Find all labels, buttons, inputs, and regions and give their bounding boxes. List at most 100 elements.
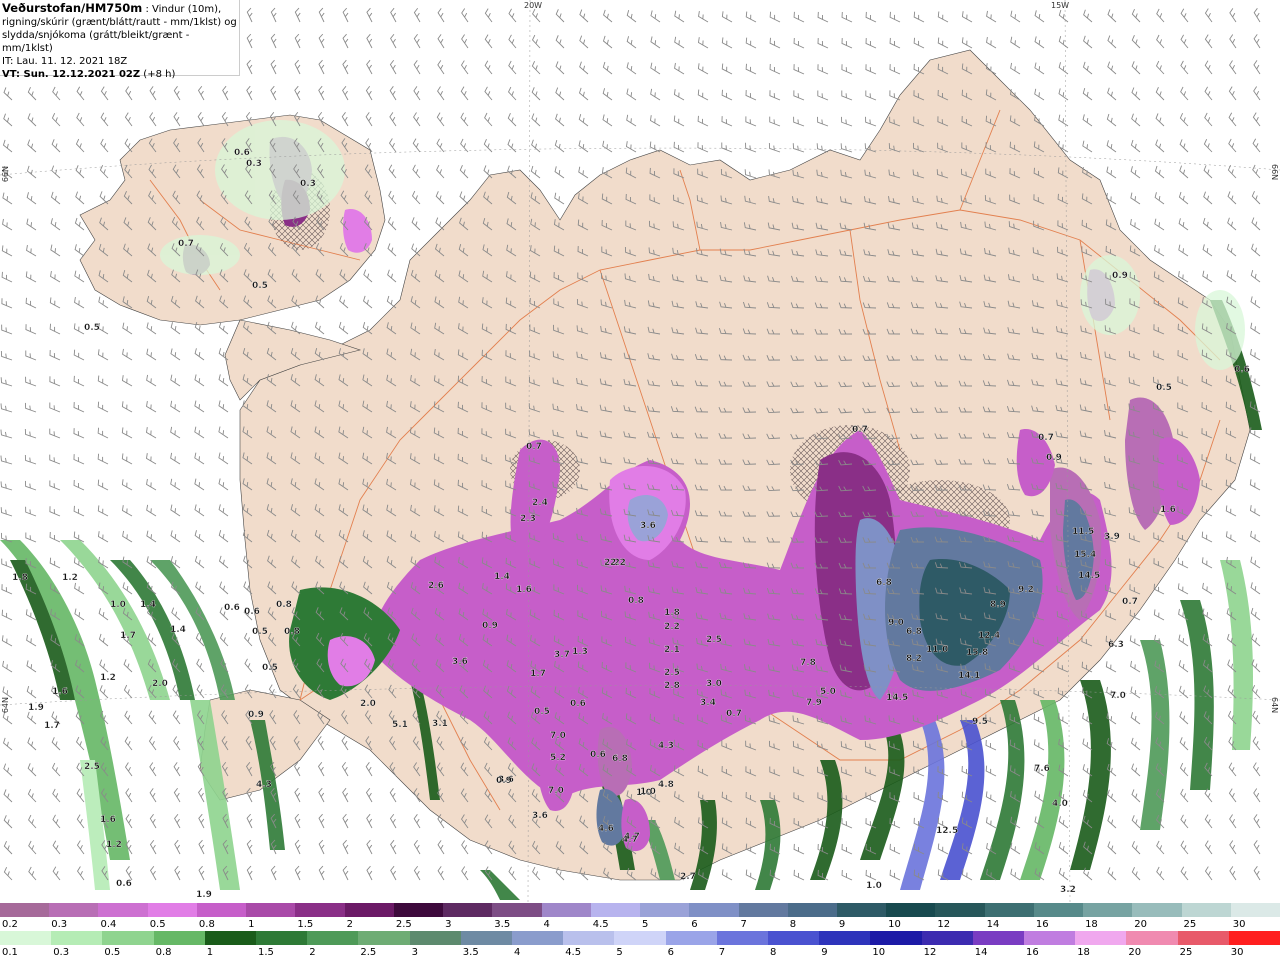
precip-value-label: 4.7	[622, 835, 638, 845]
valid-time: VT: Sun. 12.12.2021 02Z	[2, 69, 141, 80]
legend-swatch	[768, 931, 820, 945]
legend-swatch	[147, 903, 197, 917]
precip-value-label: 3.6	[532, 811, 548, 821]
precip-value-label: 6.3	[1108, 640, 1124, 650]
precip-value-label: 0.5	[252, 627, 268, 637]
precip-value-label: 0.5	[252, 281, 268, 291]
precip-value-label: 3.2	[1060, 885, 1076, 895]
precip-value-label: 1.2	[100, 673, 116, 683]
precip-value-label: 4.8	[658, 780, 674, 790]
precip-value-label: 0.9	[496, 776, 512, 786]
precip-value-label: 6.8	[876, 578, 892, 588]
legend-label: 20	[1128, 947, 1142, 958]
legend-label: 0.4	[100, 919, 117, 930]
legend-swatch	[256, 931, 308, 945]
legend-label: 0.5	[149, 919, 166, 930]
precip-value-label: 9.5	[972, 717, 988, 727]
legend-label: 16	[1035, 919, 1049, 930]
legend-swatch	[738, 903, 788, 917]
precip-value-label: 0.9	[482, 621, 498, 631]
legend-label: 4	[543, 919, 550, 930]
legend-label: 30	[1232, 919, 1246, 930]
legend-label: 1	[248, 919, 255, 930]
legend-swatch	[665, 931, 717, 945]
precip-value-label: 0.5	[534, 707, 550, 717]
precip-value-label: 1.7	[530, 669, 546, 679]
legend-swatch	[102, 931, 154, 945]
precip-value-label: 1.8	[664, 608, 680, 618]
precip-value-label: 2.0	[152, 679, 168, 689]
precip-value-label: 0.8	[284, 627, 300, 637]
precip-value-label: 1.2	[62, 573, 78, 583]
legend-label: 3	[411, 947, 418, 958]
precip-value-label: 8.2	[906, 654, 922, 664]
legend-swatch	[98, 903, 148, 917]
precip-value-label: 4.0	[1052, 799, 1068, 809]
precip-value-label: 2.6	[428, 581, 444, 591]
legend-snow: 0.2 0.3 0.4 0.5 0.8 1 1.5 2 2.5 3 3.5 4 4.5 5 6 7 8 9 10 12…	[0, 903, 1280, 931]
precip-value-label: 5.2	[550, 753, 566, 763]
legend-swatch	[153, 931, 205, 945]
coord-15w: 15W	[1051, 1, 1070, 10]
precip-value-label: 9.0	[888, 618, 904, 628]
legend-swatch	[614, 931, 666, 945]
precip-value-label: 3.6	[452, 657, 468, 667]
legend-label: 16	[1026, 947, 1039, 958]
precip-value-label: 0.3	[246, 159, 262, 169]
precip-value-label: 0.6	[224, 603, 240, 613]
precip-value-label: 0.7	[526, 442, 542, 452]
legend-rain-labels: 0.1 0.3 0.5 0.8 1 1.5 2 2.5 3 3.5 4 4.5 5 6 7 8 9 10 12 14 1…	[0, 947, 1280, 959]
precip-value-label: 0.6	[234, 148, 250, 158]
precip-value-label: 0.3	[300, 179, 316, 189]
coord-20w: 20W	[524, 1, 543, 10]
legend-swatch	[1132, 903, 1182, 917]
precip-value-label: 1.7	[120, 631, 136, 641]
coord-66n-right: 66N	[1270, 164, 1279, 181]
legend-label: 7	[740, 919, 747, 930]
precip-value-label: 12.4	[978, 631, 1000, 641]
precip-value-label: 4.6	[598, 824, 614, 834]
legend-label: 30	[1230, 947, 1244, 958]
legend-label: 14	[974, 947, 988, 958]
legend-swatch	[787, 903, 837, 917]
precip-value-label: 12.5	[936, 826, 958, 836]
legend-swatch	[563, 931, 615, 945]
map-header: Veðurstofan/HM750m : Vindur (10m), rigni…	[0, 0, 240, 80]
precip-value-label: 1.6	[516, 585, 532, 595]
precip-value-label: 5.1	[392, 720, 408, 730]
legend-swatch	[393, 903, 444, 917]
precip-value-label: 0.6	[590, 750, 606, 760]
header-line-3: slydda/snjókoma (grátt/bleikt/grænt - mm…	[2, 30, 190, 54]
legend-label: 0.1	[2, 947, 18, 958]
precip-value-label: 2.0	[360, 699, 376, 709]
precip-value-label: 0.7	[852, 425, 868, 435]
precip-value-label: 0.6	[116, 879, 132, 889]
legend-swatch	[1083, 903, 1133, 917]
legend-swatch	[196, 903, 247, 917]
precip-value-label: 3.6	[640, 521, 656, 531]
precip-value-label: 1.0	[110, 600, 126, 610]
legend-label: 3.5	[494, 919, 511, 930]
precip-value-label: 0.9	[248, 710, 264, 720]
precip-value-label: 8.9	[990, 600, 1006, 610]
legend-label: 3	[445, 919, 452, 930]
legend-label: 9	[821, 947, 828, 958]
legend-label: 4.5	[565, 947, 582, 958]
legend-swatch	[541, 903, 591, 917]
precip-value-label: 2.8	[664, 681, 680, 691]
precip-value-label: 1.0	[866, 881, 882, 891]
legend-swatch	[49, 903, 99, 917]
legend-swatch	[204, 931, 257, 945]
coord-64n-right: 64N	[1270, 697, 1279, 714]
precip-value-label: 0.6	[570, 699, 586, 709]
precip-value-label: 7.9	[806, 698, 822, 708]
legend-swatch	[935, 903, 985, 917]
precip-value-label: 0.9	[1046, 453, 1062, 463]
legend-label: 6	[667, 947, 674, 958]
legend-label: 8	[789, 919, 797, 930]
legend-swatch	[1181, 903, 1231, 917]
legend-label: 5	[642, 919, 649, 930]
legend-swatch	[984, 903, 1034, 917]
legend-label: 20	[1134, 919, 1148, 930]
legend-swatch	[492, 903, 542, 917]
